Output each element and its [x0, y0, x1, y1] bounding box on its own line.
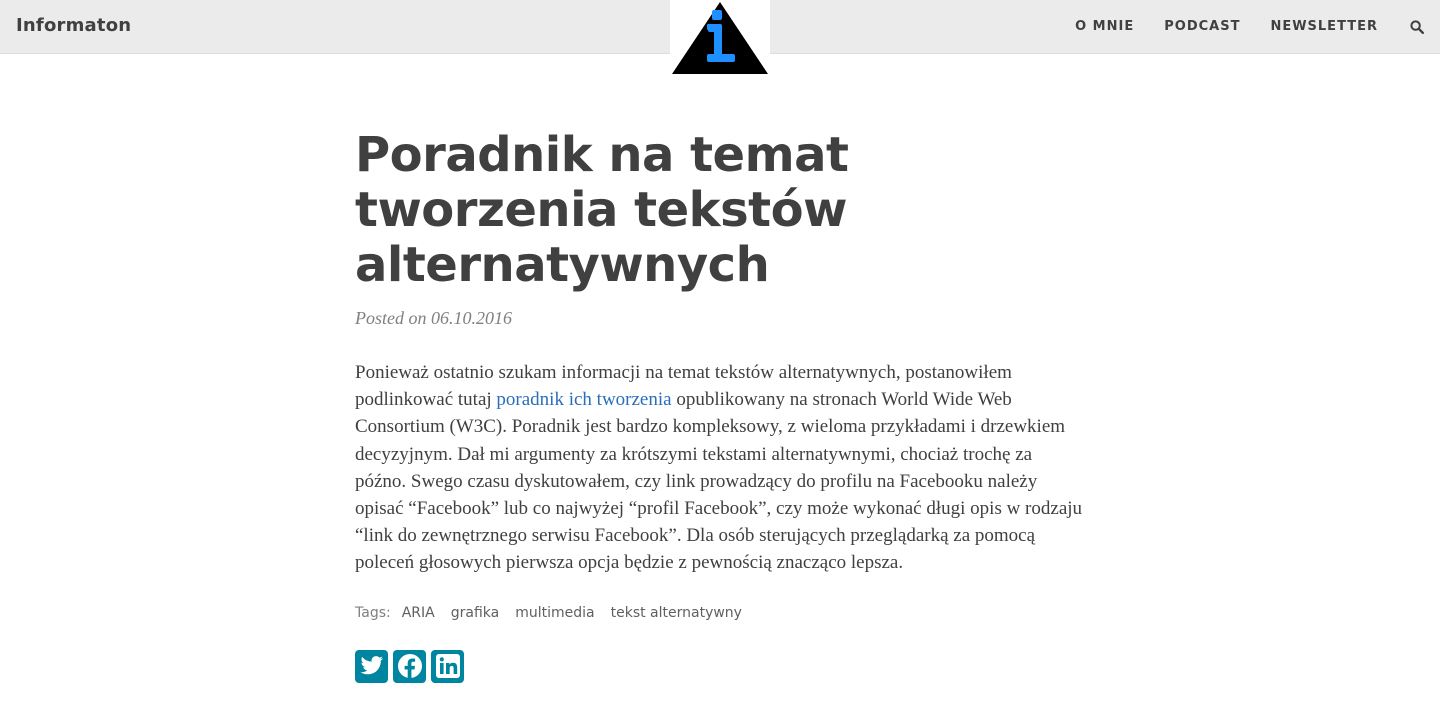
- logo-dot: [712, 10, 722, 20]
- brand-link[interactable]: Informaton: [16, 15, 131, 36]
- site-logo[interactable]: [670, 0, 770, 76]
- twitter-share-button[interactable]: [355, 649, 388, 683]
- twitter-icon: [360, 656, 383, 675]
- nav-link-o-mnie[interactable]: O MNIE: [1075, 19, 1134, 34]
- linkedin-share-button[interactable]: [431, 649, 464, 683]
- facebook-icon: [397, 654, 422, 680]
- tag-aria[interactable]: ARIA: [402, 605, 435, 621]
- search-icon[interactable]: [1410, 19, 1425, 34]
- facebook-share-button[interactable]: [393, 649, 426, 683]
- nav-link-newsletter[interactable]: NEWSLETTER: [1270, 19, 1378, 34]
- logo-stem: [714, 24, 722, 58]
- post: Poradnik na temat tworzenia tekstów alte…: [355, 128, 1085, 683]
- body-text-after-link: opublikowany na stronach World Wide Web …: [355, 389, 1083, 574]
- tags-row: Tags: ARIA grafika multimedia tekst alte…: [355, 605, 1085, 621]
- share-buttons: [355, 649, 1085, 683]
- tag-multimedia[interactable]: multimedia: [515, 605, 594, 621]
- tag-tekst-alternatywny[interactable]: tekst alternatywny: [611, 605, 742, 621]
- nav-link-podcast[interactable]: PODCAST: [1164, 19, 1240, 34]
- tags-label: Tags:: [355, 604, 391, 621]
- tag-grafika[interactable]: grafika: [451, 605, 499, 621]
- post-date: Posted on 06.10.2016: [355, 308, 512, 328]
- linkedin-icon: [435, 654, 460, 679]
- post-title: Poradnik na temat tworzenia tekstów alte…: [355, 127, 849, 293]
- guide-link[interactable]: poradnik ich tworzenia: [496, 389, 671, 410]
- post-body: Ponieważ ostatnio szukam informacji na t…: [355, 359, 1085, 577]
- nav-menu: O MNIE PODCAST NEWSLETTER: [1045, 0, 1425, 53]
